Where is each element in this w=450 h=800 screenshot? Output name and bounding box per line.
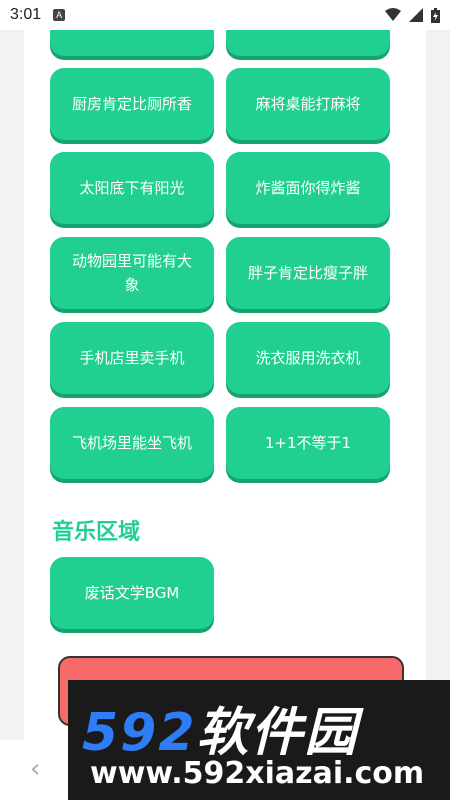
phrase-label: 1+1不等于1 <box>264 434 352 452</box>
phrase-button[interactable]: 麻将桌能打麻将 <box>226 68 390 140</box>
status-time: 3:01 <box>10 6 42 23</box>
phrase-button[interactable]: 胖子肯定比瘦子胖 <box>226 237 390 309</box>
watermark-title: 592软件园 <box>82 690 359 765</box>
phrase-button[interactable]: 动物园里可能有大象 <box>50 237 214 309</box>
phrase-label: 麻将桌能打麻将 <box>255 95 361 113</box>
phrase-label: 飞机场里能坐飞机 <box>71 434 192 452</box>
phrase-button[interactable]: 炸酱面你得炸酱 <box>226 152 390 224</box>
music-label: 废话文学BGM <box>84 584 180 602</box>
phrase-button[interactable]: 1+1不等于1 <box>226 407 390 479</box>
page-margin-right <box>426 30 450 740</box>
wifi-icon <box>385 8 401 21</box>
phrase-button[interactable]: 飞机场里能坐飞机 <box>50 407 214 479</box>
phrase-label: 厨房肯定比厕所香 <box>71 95 192 113</box>
watermark-number: 592 <box>82 703 197 763</box>
status-bar: 3:01 A <box>0 0 450 30</box>
notification-icon: A <box>53 9 66 21</box>
signal-icon <box>409 8 423 22</box>
back-arrow-icon[interactable]: ‹ <box>30 754 40 784</box>
phrase-label: 动物园里可能有大象 <box>71 252 192 294</box>
phrase-button[interactable] <box>50 30 214 56</box>
music-section-title: 音乐区域 <box>52 520 141 545</box>
phrase-button[interactable]: 手机店里卖手机 <box>50 322 214 394</box>
phrase-label: 手机店里卖手机 <box>79 349 185 367</box>
page-margin-left <box>0 30 24 740</box>
phrase-button[interactable] <box>226 30 390 56</box>
phrase-label: 太阳底下有阳光 <box>79 179 185 197</box>
battery-icon <box>431 7 440 23</box>
watermark-brand: 软件园 <box>196 703 359 763</box>
watermark-logo: 592软件园 www.592xiazai.com <box>68 680 450 800</box>
phrase-label: 胖子肯定比瘦子胖 <box>247 264 368 282</box>
content-page: 厨房肯定比厕所香 麻将桌能打麻将 太阳底下有阳光 炸酱面你得炸酱 动物园里可能有… <box>24 30 426 740</box>
phrase-button[interactable]: 厨房肯定比厕所香 <box>50 68 214 140</box>
status-icons <box>385 7 440 23</box>
phrase-button[interactable]: 洗衣服用洗衣机 <box>226 322 390 394</box>
watermark-url: www.592xiazai.com <box>90 756 425 791</box>
phrase-button[interactable]: 太阳底下有阳光 <box>50 152 214 224</box>
phrase-label: 洗衣服用洗衣机 <box>255 349 361 367</box>
music-button[interactable]: 废话文学BGM <box>50 557 214 629</box>
phrase-label: 炸酱面你得炸酱 <box>255 179 361 197</box>
